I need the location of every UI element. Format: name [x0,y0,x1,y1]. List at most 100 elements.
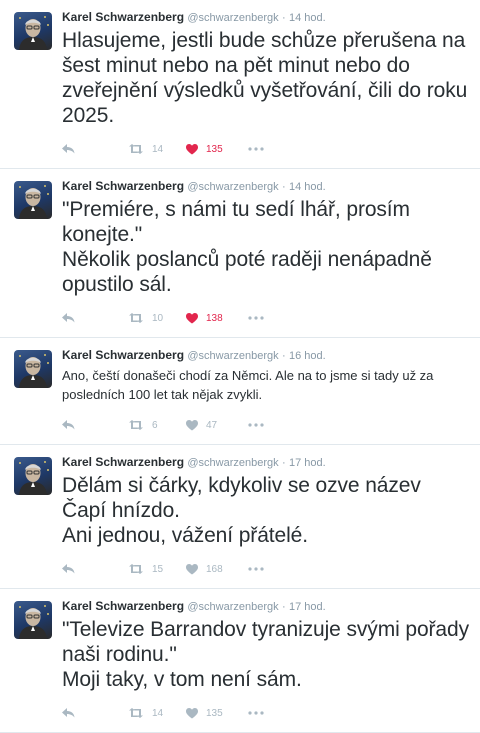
heart-icon [186,563,198,574]
avatar[interactable] [14,12,52,50]
tweet-timestamp[interactable]: 17 hod. [289,457,326,469]
like-count: 168 [206,563,223,575]
tweet-text-line: "Televize Barrandov tyranizuje svými poř… [62,618,469,666]
like-button[interactable]: 168 [186,563,248,575]
reply-icon [62,313,75,323]
heart-icon [186,312,198,323]
author-name[interactable]: Karel Schwarzenberg [62,348,184,362]
retweet-count: 15 [152,563,164,575]
like-button[interactable]: 135 [186,143,248,155]
retweet-count: 14 [152,143,164,155]
more-icon [248,316,264,320]
like-button[interactable]: 135 [186,707,248,719]
more-icon [248,147,264,151]
more-icon [248,567,264,571]
reply-button[interactable] [62,564,128,574]
reply-icon [62,708,75,718]
retweet-button[interactable]: 15 [128,564,186,575]
more-options-button[interactable] [248,711,264,715]
retweet-count: 14 [152,707,164,719]
retweet-icon [129,420,143,430]
author-name[interactable]: Karel Schwarzenberg [62,455,184,469]
tweet-text: Ano, čeští donašeči chodí za Němci. Ale … [62,366,470,404]
retweet-button[interactable]: 10 [128,313,186,324]
tweet-text: "Televize Barrandov tyranizuje svými poř… [62,617,470,692]
tweet-header: Karel Schwarzenberg @schwarzenbergk · 16… [62,347,470,364]
like-count: 135 [206,143,223,155]
header-separator: · [282,601,286,613]
tweet-actions: 10 138 [62,305,470,331]
author-name[interactable]: Karel Schwarzenberg [62,179,184,193]
header-separator: · [282,12,286,24]
tweet-text: Hlasujeme, jestli bude schůze přerušena … [62,28,470,128]
retweet-icon [129,708,143,718]
avatar[interactable] [14,601,52,639]
like-count: 135 [206,707,223,719]
tweet-text-line: "Premiére, s námi tu sedí lhář, prosím k… [62,198,410,246]
author-name[interactable]: Karel Schwarzenberg [62,10,184,24]
tweet-actions: 15 168 [62,556,470,582]
retweet-icon [129,144,143,154]
tweet[interactable]: Karel Schwarzenberg @schwarzenbergk · 14… [0,0,480,169]
tweet[interactable]: Karel Schwarzenberg @schwarzenbergk · 17… [0,445,480,589]
tweet-actions: 14 135 [62,136,470,162]
author-name[interactable]: Karel Schwarzenberg [62,599,184,613]
tweet-text-line: Dělám si čárky, kdykoliv se ozve název Č… [62,474,421,522]
retweet-icon [129,564,143,574]
tweet-text-line: Ani jednou, vážení přátelé. [62,524,308,547]
reply-icon [62,420,75,430]
tweet[interactable]: Karel Schwarzenberg @schwarzenbergk · 17… [0,589,480,733]
more-icon [248,711,264,715]
tweet-text: Dělám si čárky, kdykoliv se ozve název Č… [62,473,470,548]
tweet[interactable]: Karel Schwarzenberg @schwarzenbergk · 16… [0,338,480,445]
tweet-timestamp[interactable]: 14 hod. [289,12,326,24]
avatar[interactable] [14,350,52,388]
reply-button[interactable] [62,144,128,154]
tweet[interactable]: Karel Schwarzenberg @schwarzenbergk · 14… [0,169,480,338]
more-options-button[interactable] [248,567,264,571]
like-button[interactable]: 138 [186,312,248,324]
author-handle[interactable]: @schwarzenbergk [187,181,278,193]
reply-button[interactable] [62,420,128,430]
avatar[interactable] [14,457,52,495]
heart-icon [186,143,198,154]
like-count: 138 [206,312,223,324]
author-handle[interactable]: @schwarzenbergk [187,12,278,24]
tweet-timestamp[interactable]: 17 hod. [289,601,326,613]
author-handle[interactable]: @schwarzenbergk [187,601,278,613]
reply-button[interactable] [62,708,128,718]
like-count: 47 [206,419,218,431]
reply-button[interactable] [62,313,128,323]
retweet-button[interactable]: 14 [128,144,186,155]
tweet-text-line: Hlasujeme, jestli bude schůze přerušena … [62,29,468,127]
header-separator: · [282,457,286,469]
more-options-button[interactable] [248,147,264,151]
tweet-actions: 6 47 [62,412,470,438]
header-separator: · [282,350,286,362]
author-handle[interactable]: @schwarzenbergk [187,350,278,362]
tweet-header: Karel Schwarzenberg @schwarzenbergk · 14… [62,178,470,195]
header-separator: · [282,181,286,193]
retweet-icon [129,313,143,323]
tweet-header: Karel Schwarzenberg @schwarzenbergk · 17… [62,598,470,615]
tweet-text-line: Moji taky, v tom není sám. [62,668,302,691]
tweet-actions: 14 135 [62,700,470,726]
more-options-button[interactable] [248,316,264,320]
retweet-button[interactable]: 6 [128,420,186,431]
tweet-text-line: Ano, čeští donašeči chodí za Němci. Ale … [62,368,434,402]
tweet-timestamp[interactable]: 16 hod. [289,350,326,362]
tweet-text: "Premiére, s námi tu sedí lhář, prosím k… [62,197,470,297]
reply-icon [62,144,75,154]
author-handle[interactable]: @schwarzenbergk [187,457,278,469]
tweet-header: Karel Schwarzenberg @schwarzenbergk · 17… [62,454,470,471]
retweet-count: 10 [152,312,164,324]
like-button[interactable]: 47 [186,419,248,431]
tweet-timestamp[interactable]: 14 hod. [289,181,326,193]
heart-icon [186,419,198,430]
avatar[interactable] [14,181,52,219]
timeline: Karel Schwarzenberg @schwarzenbergk · 14… [0,0,480,733]
tweet-header: Karel Schwarzenberg @schwarzenbergk · 14… [62,9,470,26]
retweet-button[interactable]: 14 [128,708,186,719]
more-icon [248,423,264,427]
more-options-button[interactable] [248,423,264,427]
